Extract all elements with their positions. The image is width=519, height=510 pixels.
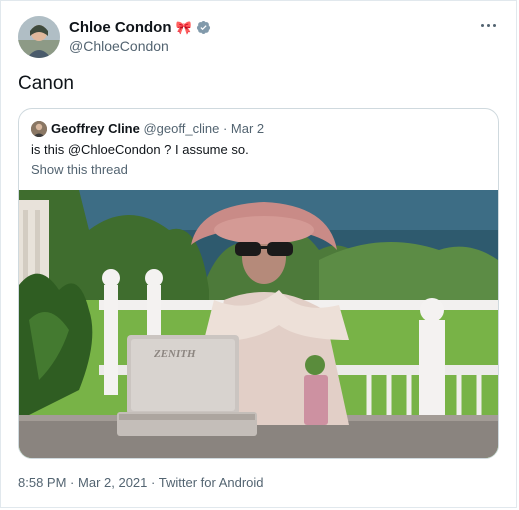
quoted-media-image[interactable]: ZENITH bbox=[19, 190, 498, 458]
footer-separator: · bbox=[151, 475, 156, 490]
gif-scene: ZENITH bbox=[19, 190, 498, 458]
quoted-text: is this @ChloeCondon ? I assume so. bbox=[31, 142, 249, 157]
zenith-laptop-label: ZENITH bbox=[153, 348, 196, 360]
author-display-name-row[interactable]: Chloe Condon 🎀 bbox=[69, 19, 211, 36]
footer-separator: · bbox=[70, 475, 75, 490]
author-avatar-image bbox=[18, 16, 60, 58]
tweet-source[interactable]: Twitter for Android bbox=[159, 475, 264, 490]
author-avatar[interactable] bbox=[18, 16, 60, 58]
more-options-button[interactable] bbox=[476, 15, 500, 35]
author-display-name[interactable]: Chloe Condon bbox=[69, 19, 171, 36]
quoted-author-avatar[interactable] bbox=[31, 121, 47, 137]
quoted-separator: · bbox=[222, 121, 228, 136]
tweet-card: Chloe Condon 🎀 @ChloeCondon Canon Geoffr… bbox=[0, 0, 517, 508]
tweet-footer: 8:58 PM · Mar 2, 2021 · Twitter for Andr… bbox=[18, 475, 264, 490]
tweet-text: Canon bbox=[18, 73, 74, 94]
quoted-display-name[interactable]: Geoffrey Cline bbox=[51, 121, 140, 136]
tweet-time[interactable]: 8:58 PM bbox=[18, 475, 66, 490]
quoted-tweet[interactable]: Geoffrey Cline @geoff_cline · Mar 2 is t… bbox=[18, 108, 499, 459]
more-horizontal-icon bbox=[480, 23, 484, 27]
quoted-handle[interactable]: @geoff_cline bbox=[143, 121, 219, 136]
verified-badge-icon bbox=[196, 20, 210, 35]
tweet-date[interactable]: Mar 2, 2021 bbox=[78, 475, 147, 490]
bow-emoji: 🎀 bbox=[175, 20, 192, 35]
quoted-header: Geoffrey Cline @geoff_cline · Mar 2 bbox=[51, 121, 264, 136]
author-handle[interactable]: @ChloeCondon bbox=[69, 38, 169, 54]
show-thread-link[interactable]: Show this thread bbox=[31, 162, 128, 177]
quoted-date[interactable]: Mar 2 bbox=[231, 121, 264, 136]
